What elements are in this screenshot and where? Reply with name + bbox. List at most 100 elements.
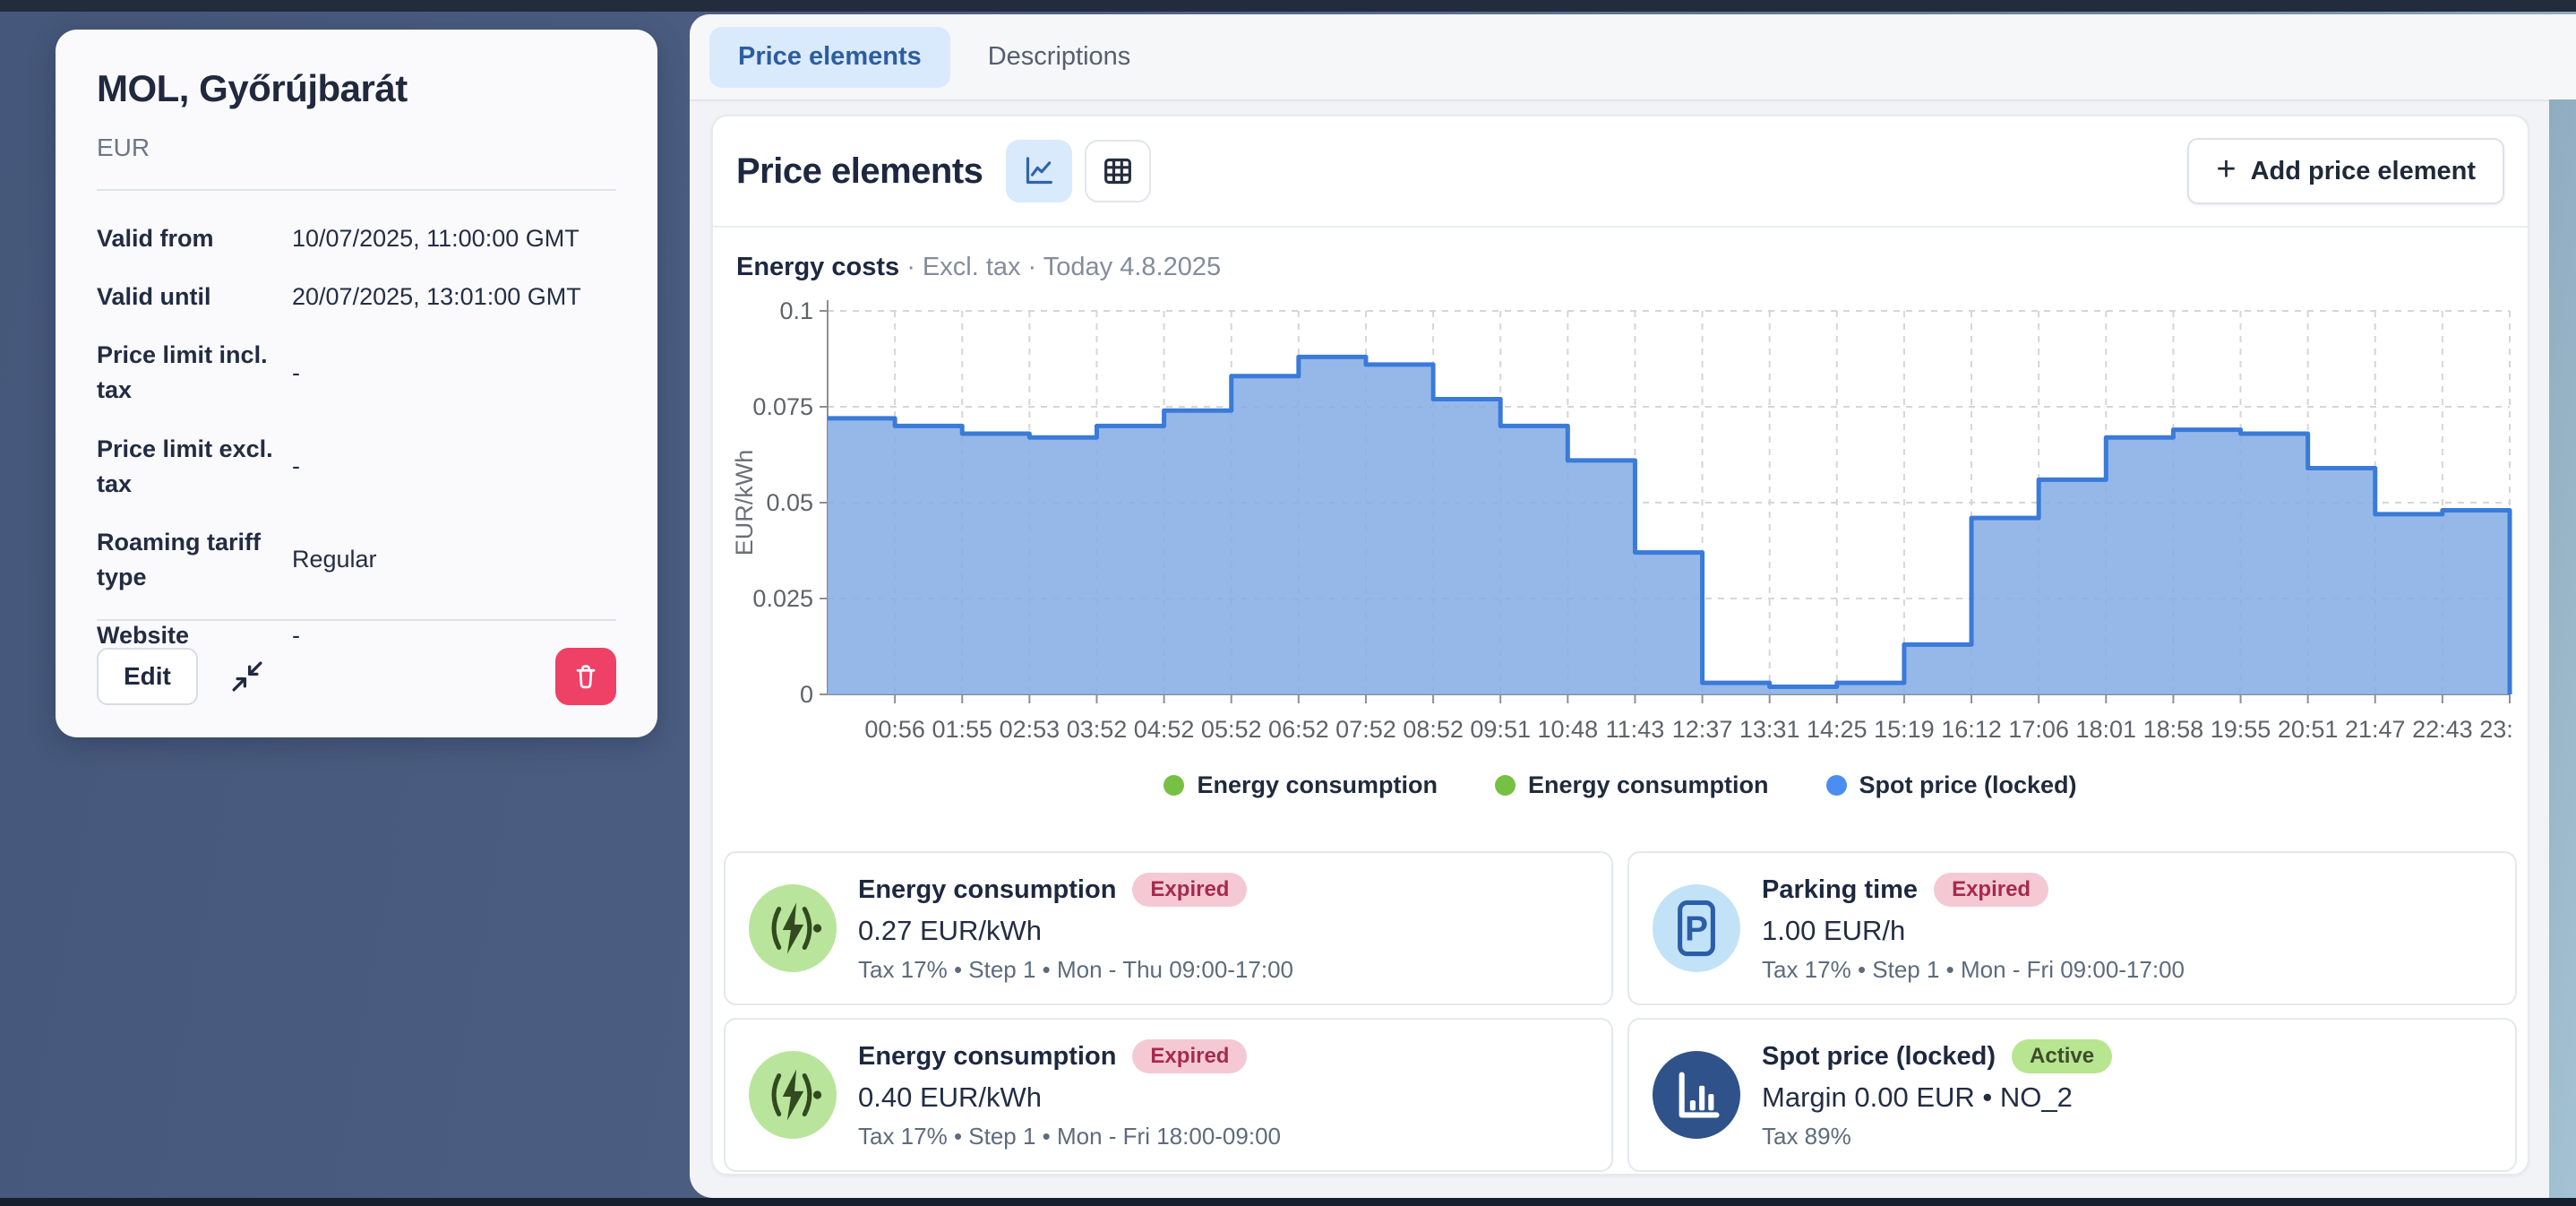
price-element-grid: Energy consumption Expired 0.27 EUR/kWh … <box>722 851 2519 1172</box>
tariff-detail-card: MOL, Győrújbarát EUR Valid from 10/07/20… <box>56 30 657 737</box>
svg-text:02:53: 02:53 <box>1000 716 1060 743</box>
svg-text:08:52: 08:52 <box>1403 716 1464 743</box>
price-card-meta: Tax 89% <box>1762 1123 2112 1150</box>
price-card-title-row: Energy consumption Expired <box>858 873 1293 907</box>
price-card-title: Spot price (locked) <box>1762 1042 1996 1072</box>
status-badge: Active <box>2012 1039 2112 1073</box>
legend-item-energy-2[interactable]: Energy consumption <box>1495 771 1769 799</box>
plus-icon: + <box>2216 152 2236 186</box>
svg-text:16:12: 16:12 <box>1941 716 2002 743</box>
detail-row-price-limit-incl: Price limit incl. tax - <box>97 338 616 408</box>
status-badge: Expired <box>1132 873 1247 907</box>
chart-legend: Energy consumption Energy consumption Sp… <box>722 771 2519 799</box>
legend-item-spot-price[interactable]: Spot price (locked) <box>1826 771 2077 799</box>
price-card-meta: Tax 17% • Step 1 • Mon - Thu 09:00-17:00 <box>858 956 1293 984</box>
ev-charging-icon <box>749 884 837 972</box>
add-price-element-button[interactable]: + Add price element <box>2187 138 2504 204</box>
detail-value: Regular <box>292 546 616 573</box>
top-window-strip <box>0 0 2576 12</box>
price-card-title-row: Spot price (locked) Active <box>1762 1039 2112 1073</box>
svg-text:22:43: 22:43 <box>2412 716 2473 743</box>
svg-text:18:01: 18:01 <box>2075 716 2136 743</box>
currency-label: EUR <box>97 134 616 162</box>
chart-subtitle-meta: · Excl. tax · Today 4.8.2025 <box>906 253 1221 281</box>
svg-text:17:06: 17:06 <box>2008 716 2069 743</box>
svg-text:12:37: 12:37 <box>1672 716 1733 743</box>
detail-value: 20/07/2025, 13:01:00 GMT <box>292 283 616 311</box>
legend-dot-blue <box>1826 775 1847 796</box>
detail-row-valid-from: Valid from 10/07/2025, 11:00:00 GMT <box>97 221 616 256</box>
svg-text:18:58: 18:58 <box>2143 716 2204 743</box>
svg-text:20:51: 20:51 <box>2278 716 2339 743</box>
svg-text:15:19: 15:19 <box>1874 716 1935 743</box>
detail-label: Roaming tariff type <box>97 525 292 595</box>
chart-view-button[interactable] <box>1006 140 1072 202</box>
svg-text:EUR/kWh: EUR/kWh <box>731 450 758 556</box>
legend-item-energy-1[interactable]: Energy consumption <box>1163 771 1438 799</box>
status-badge: Expired <box>1934 873 2048 907</box>
panel-body: Energy costs · Excl. tax · Today 4.8.202… <box>713 228 2528 1172</box>
legend-dot-green <box>1495 775 1516 796</box>
svg-text:07:52: 07:52 <box>1335 716 1396 743</box>
price-card-energy-1[interactable]: Energy consumption Expired 0.27 EUR/kWh … <box>724 851 1613 1005</box>
bottom-window-strip <box>0 1198 2576 1206</box>
detail-label: Valid from <box>97 221 292 256</box>
price-card-title-row: Energy consumption Expired <box>858 1039 1281 1073</box>
svg-text:0.05: 0.05 <box>766 489 813 516</box>
chart-subtitle-title: Energy costs <box>736 253 899 281</box>
divider <box>97 189 616 191</box>
detail-value: 10/07/2025, 11:00:00 GMT <box>292 225 616 253</box>
price-card-text: Parking time Expired 1.00 EUR/h Tax 17% … <box>1762 873 2185 984</box>
price-card-title: Parking time <box>1762 875 1918 905</box>
detail-label: Price limit excl. tax <box>97 432 292 502</box>
chart-subtitle: Energy costs · Excl. tax · Today 4.8.202… <box>736 253 2519 282</box>
svg-text:0: 0 <box>800 681 813 708</box>
svg-text:0.025: 0.025 <box>752 585 813 612</box>
svg-text:06:52: 06:52 <box>1268 716 1329 743</box>
delete-button[interactable] <box>555 648 616 705</box>
price-card-spot-price[interactable]: Spot price (locked) Active Margin 0.00 E… <box>1627 1018 2517 1172</box>
detail-label: Price limit incl. tax <box>97 338 292 408</box>
collapse-button[interactable] <box>228 658 266 695</box>
price-card-price: Margin 0.00 EUR • NO_2 <box>1762 1081 2112 1114</box>
detail-label: Valid until <box>97 280 292 314</box>
svg-text:19:55: 19:55 <box>2211 716 2271 743</box>
detail-row-roaming-tariff-type: Roaming tariff type Regular <box>97 525 616 595</box>
svg-text:00:56: 00:56 <box>864 716 925 743</box>
table-view-button[interactable] <box>1085 140 1151 202</box>
view-toggles <box>1006 140 1151 202</box>
svg-text:21:47: 21:47 <box>2345 716 2406 743</box>
status-badge: Expired <box>1132 1039 1247 1073</box>
price-card-price: 0.27 EUR/kWh <box>858 915 1293 947</box>
spot-price-icon <box>1653 1051 1740 1139</box>
price-card-text: Energy consumption Expired 0.27 EUR/kWh … <box>858 873 1293 984</box>
detail-value: - <box>292 359 616 387</box>
price-card-energy-2[interactable]: Energy consumption Expired 0.40 EUR/kWh … <box>724 1018 1613 1172</box>
panel-heading: Price elements <box>736 151 983 192</box>
legend-label: Spot price (locked) <box>1859 771 2077 799</box>
price-card-parking[interactable]: P Parking time Expired 1.00 EUR/h Tax 17… <box>1627 851 2517 1005</box>
price-card-meta: Tax 17% • Step 1 • Mon - Fri 18:00-09:00 <box>858 1123 1281 1150</box>
svg-text:14:25: 14:25 <box>1807 716 1868 743</box>
price-card-price: 1.00 EUR/h <box>1762 915 2185 947</box>
tab-descriptions[interactable]: Descriptions <box>959 27 1160 88</box>
svg-text:11:43: 11:43 <box>1606 716 1665 743</box>
tab-price-elements[interactable]: Price elements <box>709 27 950 88</box>
price-card-title: Energy consumption <box>858 1042 1116 1072</box>
parking-icon: P <box>1653 884 1740 972</box>
tab-bar: Price elements Descriptions <box>690 14 2576 99</box>
detail-row-price-limit-excl: Price limit excl. tax - <box>97 432 616 502</box>
energy-costs-chart: 00.0250.050.0750.100:5601:5502:5303:5204… <box>722 288 2519 762</box>
svg-text:10:48: 10:48 <box>1538 716 1599 743</box>
svg-text:01:55: 01:55 <box>932 716 992 743</box>
edit-button[interactable]: Edit <box>97 648 198 705</box>
svg-text:03:52: 03:52 <box>1067 716 1128 743</box>
price-card-meta: Tax 17% • Step 1 • Mon - Fri 09:00-17:00 <box>1762 956 2185 984</box>
table-icon <box>1100 153 1136 189</box>
ev-charging-icon <box>749 1051 837 1139</box>
svg-text:23:59: 23:59 <box>2479 716 2513 743</box>
svg-text:P: P <box>1685 909 1708 948</box>
price-card-price: 0.40 EUR/kWh <box>858 1081 1281 1114</box>
collapse-icon <box>228 658 266 695</box>
svg-text:0.075: 0.075 <box>752 393 813 420</box>
